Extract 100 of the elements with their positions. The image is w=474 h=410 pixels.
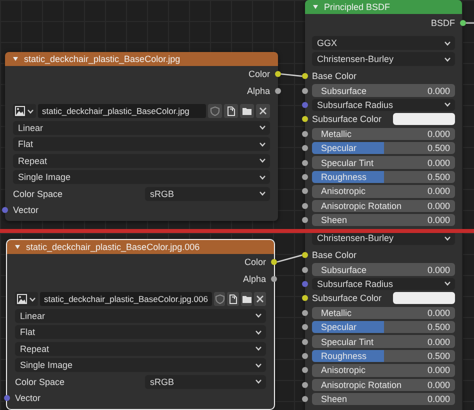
value-slider[interactable]: Subsurface 0.000 <box>312 263 455 276</box>
chevron-down-icon <box>27 108 34 114</box>
chevron-down-icon <box>255 313 262 318</box>
socket-label: Alpha <box>242 274 266 284</box>
icon-button[interactable] <box>227 292 239 306</box>
shield-icon <box>214 294 225 304</box>
socket-dot[interactable] <box>302 338 308 345</box>
icon-button[interactable] <box>256 104 270 118</box>
socket-dot[interactable] <box>302 252 308 258</box>
dropdown[interactable]: Single Image <box>13 170 270 184</box>
value-slider[interactable]: Anisotropic 0.000 <box>312 185 455 198</box>
icon-button[interactable] <box>224 104 238 118</box>
socket-dot[interactable] <box>2 207 8 213</box>
socket-dot[interactable] <box>302 310 308 316</box>
document-icon <box>228 294 238 304</box>
chevron-down-icon <box>255 346 262 351</box>
icon-button[interactable] <box>254 292 266 306</box>
socket-dot[interactable] <box>302 145 308 152</box>
dropdown[interactable]: Linear <box>13 120 270 134</box>
node-title: Principled BSDF <box>324 2 390 12</box>
triangle-icon[interactable] <box>14 244 21 250</box>
socket-dot[interactable] <box>302 73 308 80</box>
socket-label: Subsurface Color <box>312 293 382 304</box>
socket-dot[interactable] <box>302 352 308 359</box>
value-slider[interactable]: Specular 0.500 <box>312 142 455 154</box>
value-slider[interactable]: Subsurface 0.000 <box>312 84 455 97</box>
socket-label: Color <box>244 257 266 267</box>
dropdown[interactable]: Repeat <box>15 342 266 356</box>
dropdown[interactable]: Subsurface Radius <box>312 98 455 112</box>
value-slider[interactable]: Roughness 0.500 <box>312 350 455 362</box>
chevron-down-icon <box>444 56 451 62</box>
socket-dot[interactable] <box>302 217 308 224</box>
socket-dot[interactable] <box>275 71 281 77</box>
dropdown[interactable]: Flat <box>13 137 270 151</box>
socket-dot[interactable] <box>302 130 308 137</box>
socket-dot[interactable] <box>271 259 277 265</box>
icon-button[interactable] <box>240 292 252 306</box>
color-swatch[interactable] <box>393 292 455 304</box>
dropdown[interactable]: Repeat <box>13 154 270 168</box>
folder-icon <box>242 294 252 304</box>
socket-dot[interactable] <box>4 395 10 401</box>
value-slider[interactable]: Roughness 0.500 <box>312 170 455 184</box>
dropdown[interactable]: Christensen-Burley <box>312 52 455 66</box>
image-icon <box>15 106 25 116</box>
chevron-down-icon <box>444 40 451 46</box>
chevron-down-icon <box>444 236 451 240</box>
socket-label: Base Color <box>312 71 357 82</box>
triangle-icon[interactable] <box>12 56 19 62</box>
dropdown[interactable]: Christensen-Burley <box>312 233 455 245</box>
value-slider[interactable]: Metallic 0.000 <box>312 306 455 319</box>
socket-dot[interactable] <box>275 88 281 94</box>
close-icon <box>255 294 266 304</box>
color-swatch[interactable] <box>393 113 455 126</box>
chevron-down-icon <box>259 142 266 146</box>
socket-dot[interactable] <box>302 174 308 180</box>
dropdown[interactable]: Subsurface Radius <box>312 278 455 290</box>
socket-dot[interactable] <box>302 202 308 209</box>
image-browse-button[interactable] <box>13 104 36 118</box>
image-browse-button[interactable] <box>15 292 38 306</box>
socket-dot[interactable] <box>302 88 308 94</box>
chevron-down-icon <box>259 191 266 196</box>
socket-dot[interactable] <box>302 266 308 273</box>
socket-dot[interactable] <box>302 324 308 330</box>
triangle-icon[interactable] <box>312 4 319 10</box>
socket-label: Vector <box>13 205 39 215</box>
value-slider[interactable]: Sheen 0.000 <box>312 214 455 226</box>
value-slider[interactable]: Metallic 0.000 <box>312 128 455 140</box>
value-slider[interactable]: Anisotropic 0.000 <box>312 364 455 377</box>
folder-icon <box>242 106 252 116</box>
socket-dot[interactable] <box>302 160 308 166</box>
value-slider[interactable]: Specular Tint 0.000 <box>312 156 455 169</box>
socket-dot[interactable] <box>302 396 308 402</box>
field-label: Color Space <box>13 188 64 198</box>
value-slider[interactable]: Sheen 0.000 <box>312 392 455 406</box>
dropdown[interactable]: Flat <box>15 325 266 339</box>
dropdown[interactable]: sRGB <box>145 186 270 200</box>
image-name-field[interactable]: static_deckchair_plastic_BaseColor.jpg.006 <box>40 292 212 306</box>
value-slider[interactable]: Specular 0.500 <box>312 320 455 334</box>
socket-dot[interactable] <box>302 382 308 388</box>
socket-dot[interactable] <box>302 280 308 287</box>
socket-dot[interactable] <box>302 295 308 302</box>
dropdown[interactable]: sRGB <box>145 374 266 388</box>
value-slider[interactable]: Anisotropic Rotation 0.000 <box>312 378 455 391</box>
dropdown[interactable]: Linear <box>15 308 266 322</box>
chevron-down-icon <box>255 379 262 384</box>
socket-dot[interactable] <box>460 20 466 26</box>
image-name-field[interactable]: static_deckchair_plastic_BaseColor.jpg <box>38 104 206 118</box>
node-title: static_deckchair_plastic_BaseColor.jpg.006 <box>26 242 200 252</box>
socket-dot[interactable] <box>302 188 308 194</box>
icon-button[interactable] <box>240 104 254 118</box>
dropdown[interactable]: GGX <box>312 36 455 50</box>
socket-label: Subsurface Color <box>312 114 382 124</box>
socket-label: Alpha <box>246 86 270 96</box>
socket-dot[interactable] <box>271 276 277 282</box>
socket-dot[interactable] <box>302 367 308 374</box>
socket-dot[interactable] <box>302 102 308 108</box>
socket-dot[interactable] <box>302 116 308 122</box>
value-slider[interactable]: Anisotropic Rotation 0.000 <box>312 200 455 212</box>
value-slider[interactable]: Specular Tint 0.000 <box>312 335 455 348</box>
dropdown[interactable]: Single Image <box>15 358 266 372</box>
